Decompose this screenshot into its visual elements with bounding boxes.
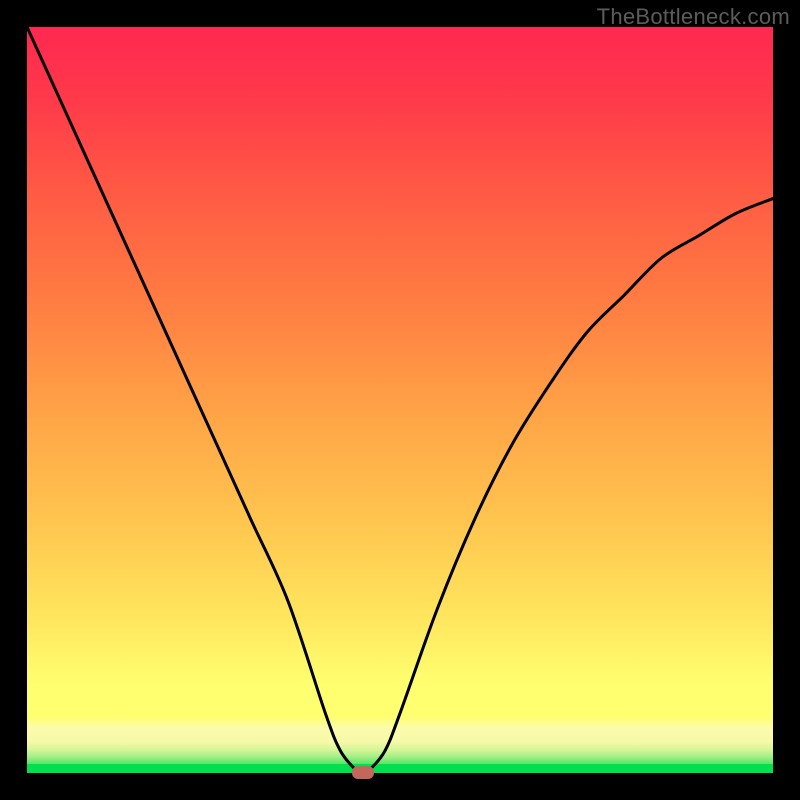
- bottleneck-curve: [27, 27, 773, 773]
- min-point-marker: [352, 766, 374, 779]
- outer-frame: TheBottleneck.com: [0, 0, 800, 800]
- curve-layer: [27, 27, 773, 773]
- watermark-text: TheBottleneck.com: [597, 4, 790, 30]
